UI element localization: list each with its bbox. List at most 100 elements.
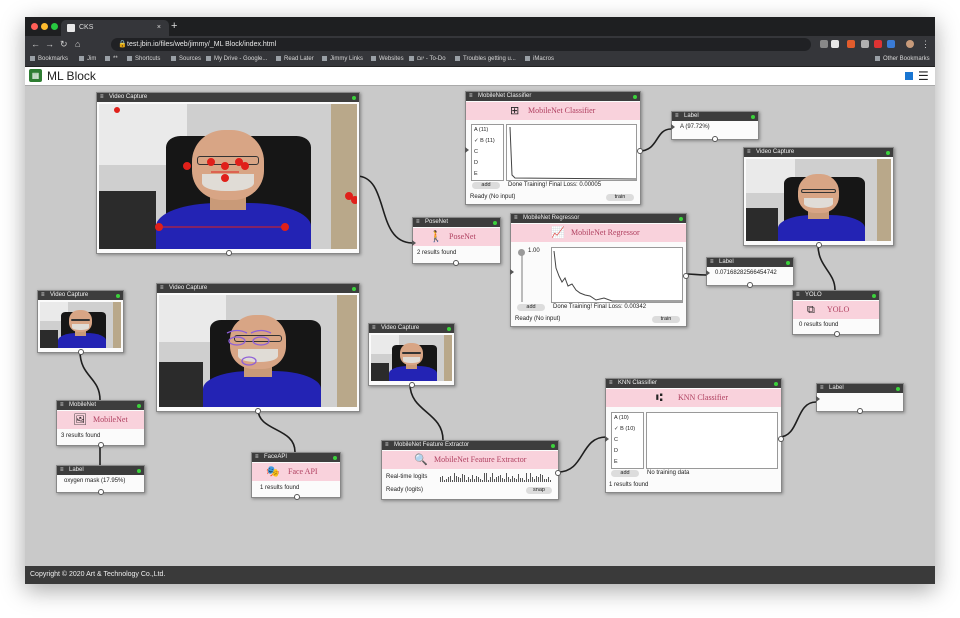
block-header[interactable]: ≡ PoseNet [413,218,500,227]
logit-bar [440,477,441,482]
hamburger-icon[interactable]: ≡ [747,148,751,157]
output-port[interactable] [712,136,718,142]
block-header[interactable]: ≡ Label [672,112,758,121]
input-port[interactable] [510,269,514,275]
hamburger-icon[interactable]: ≡ [60,466,64,475]
hamburger-icon[interactable]: ≡ [60,401,64,410]
output-port[interactable] [255,408,261,414]
add-button[interactable]: add [517,304,545,311]
output-port[interactable] [778,436,784,442]
hamburger-icon[interactable]: ≡ [514,214,518,223]
block-header[interactable]: ≡ FaceAPI [252,453,340,462]
label-block[interactable]: ≡ Label oxygen mask (17.95%) [56,465,145,495]
video-capture-block[interactable]: ≡ Video Capture [368,323,455,388]
video-capture-block[interactable]: ≡ Video Capture [743,147,894,248]
hamburger-icon[interactable]: ≡ [675,112,679,121]
block-header[interactable]: ≡ YOLO [793,291,879,300]
face-overlay [226,329,272,366]
block-header[interactable]: ≡ Video Capture [744,148,893,157]
block-header[interactable]: ≡ Video Capture [369,324,454,333]
hamburger-icon[interactable]: ≡ [416,218,420,227]
output-port[interactable] [747,282,753,288]
add-button[interactable]: add [472,182,500,189]
block-header[interactable]: ≡ Video Capture [157,284,359,293]
train-button[interactable]: train [652,316,680,323]
list-item[interactable]: D [614,448,618,454]
hamburger-icon[interactable]: ≡ [469,92,473,101]
hamburger-icon[interactable]: ≡ [372,324,376,333]
list-item[interactable]: D [474,160,478,166]
block-header[interactable]: ≡ KNN Classifier [606,379,781,388]
list-item[interactable]: A (10) [614,415,629,421]
knn-classifier-block[interactable]: ≡ KNN Classifier ⑆ KNN Classifier A (10) … [605,378,784,493]
list-item[interactable]: C [614,437,618,443]
input-port[interactable] [605,436,609,442]
list-item[interactable]: C [474,149,478,155]
input-port[interactable] [465,147,469,153]
list-item[interactable]: ✓ B (10) [614,426,635,432]
hamburger-icon[interactable]: ≡ [609,379,613,388]
output-port[interactable] [226,250,232,256]
video-capture-block[interactable]: ≡ Video Capture [96,92,360,256]
output-port[interactable] [555,470,561,476]
class-list[interactable]: A (10) ✓ B (10) C D E [611,412,644,469]
hamburger-icon[interactable]: ≡ [710,258,714,267]
hamburger-icon[interactable]: ≡ [41,291,45,300]
label-block[interactable]: ≡ Label A (97.72%) [671,111,759,142]
output-port[interactable] [857,408,863,414]
block-header[interactable]: ≡ MobileNet [57,401,144,410]
mobilenet-regressor-block[interactable]: ≡ MobileNet Regressor 📈 MobileNet Regress… [510,213,689,327]
hamburger-icon[interactable]: ≡ [385,441,389,450]
input-port[interactable] [671,124,675,130]
yolo-block[interactable]: ≡ YOLO ⧉ YOLO 0 results found [792,290,880,337]
output-port[interactable] [98,442,104,448]
list-item[interactable]: ✓ B (11) [474,138,495,144]
posenet-block[interactable]: ≡ PoseNet 🚶 PoseNet 2 results found [412,217,501,266]
output-port[interactable] [409,382,415,388]
hamburger-icon[interactable]: ≡ [160,284,164,293]
output-port[interactable] [453,260,459,266]
list-item[interactable]: E [614,459,618,465]
mobilenet-classifier-block[interactable]: ≡ MobileNet Classifier ⊞ MobileNet Classi… [465,91,643,205]
output-port[interactable] [683,273,689,279]
hamburger-icon[interactable]: ≡ [100,93,104,102]
label-block[interactable]: ≡ Label 0.07168282566454742 [706,257,794,288]
slider-knob[interactable] [518,249,525,256]
output-port[interactable] [294,494,300,500]
hamburger-icon[interactable]: ≡ [796,291,800,300]
add-button[interactable]: add [611,470,639,477]
output-port[interactable] [78,349,84,355]
input-port[interactable] [412,240,416,246]
list-item[interactable]: A (11) [474,127,488,133]
class-list[interactable]: A (11) ✓ B (11) C D E [471,124,504,181]
block-header[interactable]: ≡ Label [817,384,903,393]
block-title: YOLO [805,292,822,298]
video-capture-block[interactable]: ≡ Video Capture [37,290,124,355]
block-header[interactable]: ≡ MobileNet Classifier [466,92,640,101]
block-header[interactable]: ≡ MobileNet Feature Extractor [382,441,558,450]
input-port[interactable] [816,396,820,402]
block-header[interactable]: ≡ MobileNet Regressor [511,214,686,223]
faceapi-block[interactable]: ≡ FaceAPI 🎭 Face API 1 results found [251,452,341,500]
block-header[interactable]: ≡ Label [57,466,144,475]
output-port[interactable] [816,242,822,248]
label-block[interactable]: ≡ Label [816,383,904,414]
mobilenet-block[interactable]: ≡ MobileNet 🖼 MobileNet 3 results found [56,400,145,448]
block-header[interactable]: ≡ Label [707,258,793,267]
hamburger-icon[interactable]: ≡ [820,384,824,393]
input-port[interactable] [706,270,710,276]
block-header[interactable]: ≡ Video Capture [97,93,359,102]
train-button[interactable]: train [606,194,634,201]
video-capture-block[interactable]: ≡ Video Capture [156,283,360,414]
feature-extractor-block[interactable]: ≡ MobileNet Feature Extractor 🔍 MobileNet… [381,440,561,500]
output-port[interactable] [834,331,840,337]
status-dot [786,261,790,265]
snap-button[interactable]: snap [526,487,552,494]
hamburger-icon[interactable]: ≡ [255,453,259,462]
block-header[interactable]: ≡ Video Capture [38,291,123,300]
ready-status: Ready (logits) [386,487,424,493]
value-slider[interactable] [521,252,523,302]
output-port[interactable] [637,148,643,154]
list-item[interactable]: E [474,171,478,177]
output-port[interactable] [98,489,104,495]
